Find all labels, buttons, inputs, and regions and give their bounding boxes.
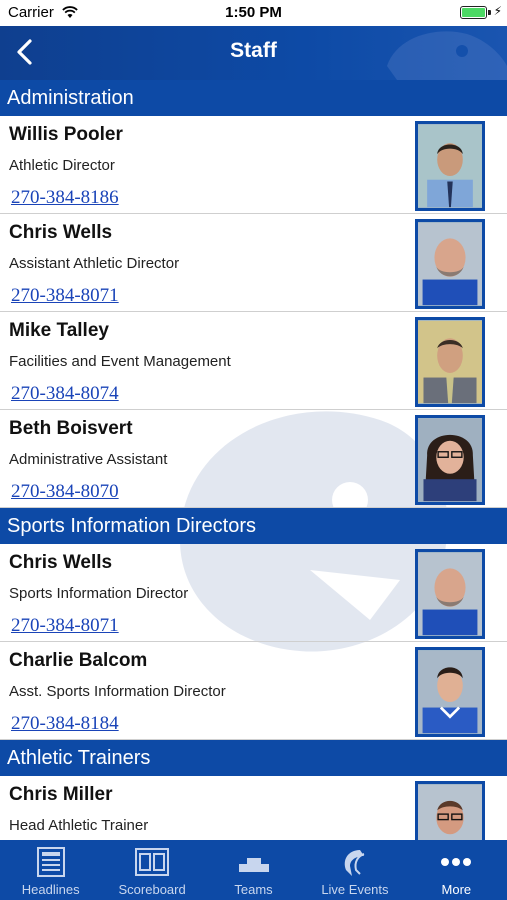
- teams-icon: [238, 858, 269, 872]
- staff-name: Beth Boisvert: [9, 418, 133, 439]
- staff-photo: [415, 781, 485, 840]
- staff-name: Charlie Balcom: [9, 650, 148, 671]
- staff-phone-link[interactable]: 270-384-8070: [11, 481, 119, 503]
- staff-phone-link[interactable]: 270-384-8186: [11, 187, 119, 209]
- charging-icon: ⚡: [493, 4, 502, 18]
- staff-row[interactable]: Willis Pooler Athletic Director 270-384-…: [0, 116, 507, 214]
- staff-row[interactable]: Charlie Balcom Asst. Sports Information …: [0, 642, 507, 740]
- staff-photo: [415, 647, 485, 737]
- staff-list[interactable]: Administration Willis Pooler Athletic Di…: [0, 80, 507, 840]
- staff-row[interactable]: Chris Wells Sports Information Director …: [0, 544, 507, 642]
- live-events-icon: [344, 850, 365, 876]
- tab-teams[interactable]: Teams: [203, 840, 304, 900]
- staff-role: Facilities and Event Management: [9, 353, 231, 370]
- battery-icon: [460, 6, 487, 19]
- staff-row[interactable]: Chris Miller Head Athletic Trainer: [0, 776, 507, 840]
- staff-row[interactable]: Beth Boisvert Administrative Assistant 2…: [0, 410, 507, 508]
- tab-label: Scoreboard: [118, 882, 186, 897]
- staff-role: Athletic Director: [9, 157, 115, 174]
- staff-photo: [415, 549, 485, 639]
- section-header-administration: Administration: [0, 80, 507, 116]
- staff-phone-link[interactable]: 270-384-8074: [11, 383, 119, 405]
- staff-role: Administrative Assistant: [9, 451, 168, 468]
- staff-phone-link[interactable]: 270-384-8184: [11, 713, 119, 735]
- section-header-athletic-trainers: Athletic Trainers: [0, 740, 507, 776]
- tab-label: Headlines: [21, 882, 80, 897]
- nav-bar: Staff: [0, 26, 507, 80]
- mascot-logo-icon: [387, 31, 507, 80]
- staff-name: Mike Talley: [9, 320, 109, 341]
- tab-more[interactable]: More: [406, 840, 507, 900]
- status-bar: Carrier 1:50 PM ⚡: [0, 0, 507, 26]
- clock: 1:50 PM: [225, 4, 282, 21]
- staff-row[interactable]: Chris Wells Assistant Athletic Director …: [0, 214, 507, 312]
- tab-headlines[interactable]: Headlines: [0, 840, 101, 900]
- staff-phone-link[interactable]: 270-384-8071: [11, 285, 119, 307]
- staff-role: Sports Information Director: [9, 585, 189, 602]
- staff-photo: [415, 415, 485, 505]
- staff-photo: [415, 317, 485, 407]
- staff-photo: [415, 219, 485, 309]
- staff-name: Chris Miller: [9, 784, 113, 805]
- tab-label: More: [441, 882, 472, 897]
- more-icon: [441, 858, 472, 866]
- tab-label: Live Events: [321, 882, 389, 897]
- staff-name: Chris Wells: [9, 552, 113, 573]
- staff-photo: [415, 121, 485, 211]
- tab-bar: Headlines Scoreboard Teams Live Events M…: [0, 840, 507, 900]
- section-header-sports-information: Sports Information Directors: [0, 508, 507, 544]
- scoreboard-icon: [135, 848, 170, 876]
- staff-role: Asst. Sports Information Director: [9, 683, 226, 700]
- staff-role: Assistant Athletic Director: [9, 255, 180, 272]
- headlines-icon: [36, 847, 65, 877]
- battery-tip: [488, 10, 491, 15]
- tab-live-events[interactable]: Live Events: [304, 840, 405, 900]
- staff-name: Willis Pooler: [9, 124, 123, 145]
- tab-label: Teams: [234, 882, 273, 897]
- staff-role: Head Athletic Trainer: [9, 817, 149, 834]
- staff-name: Chris Wells: [9, 222, 113, 243]
- staff-phone-link[interactable]: 270-384-8071: [11, 615, 119, 637]
- staff-row[interactable]: Mike Talley Facilities and Event Managem…: [0, 312, 507, 410]
- tab-scoreboard[interactable]: Scoreboard: [101, 840, 202, 900]
